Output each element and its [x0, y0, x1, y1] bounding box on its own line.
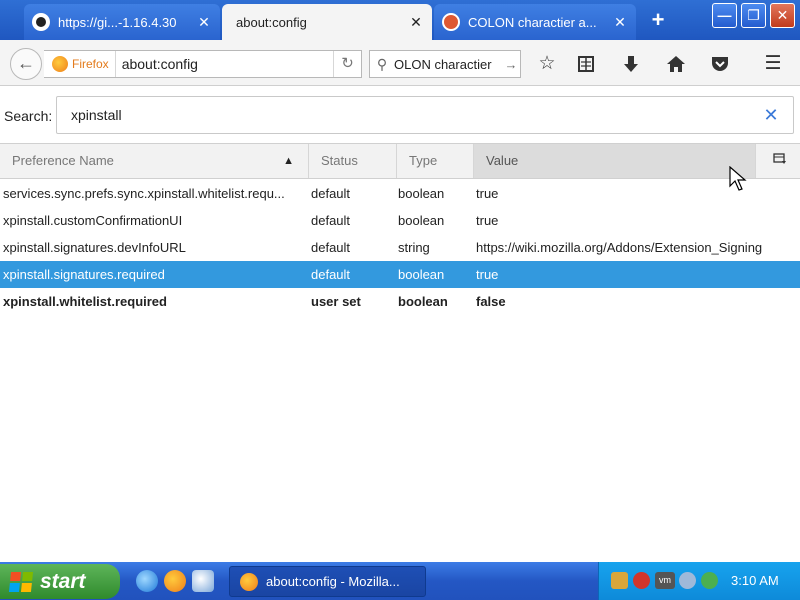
- navigation-toolbar: ← Firefox about:config ↻ ⚲ OLON characti…: [0, 40, 800, 86]
- reload-icon[interactable]: ↻: [333, 51, 361, 77]
- sync-icon[interactable]: [679, 572, 696, 589]
- pref-name: xpinstall.customConfirmationUI: [3, 213, 183, 228]
- start-label: start: [40, 569, 86, 593]
- new-tab-button[interactable]: +: [642, 8, 674, 34]
- tab-title: about:config: [236, 14, 307, 30]
- pref-status: default: [311, 186, 351, 201]
- pref-status: user set: [311, 294, 361, 309]
- column-picker-icon[interactable]: [760, 144, 800, 178]
- sort-ascending-icon: ▲: [283, 155, 294, 167]
- shield-icon[interactable]: [633, 572, 650, 589]
- column-header-type[interactable]: Type: [397, 144, 474, 178]
- duckduckgo-icon: [442, 13, 460, 31]
- web-search-bar[interactable]: ⚲ OLON charactier →: [369, 50, 521, 78]
- pref-name: services.sync.prefs.sync.xpinstall.white…: [3, 186, 285, 201]
- identity-label: Firefox: [72, 57, 109, 71]
- pref-name: xpinstall.whitelist.required: [3, 294, 167, 309]
- column-label: Value: [486, 153, 519, 168]
- taskbar-button-label: about:config - Mozilla...: [266, 574, 400, 589]
- pref-value: https://wiki.mozilla.org/Addons/Extensio…: [476, 240, 763, 255]
- tab-about-config[interactable]: about:config ✕: [222, 4, 432, 40]
- site-identity[interactable]: Firefox: [44, 51, 116, 77]
- url-text[interactable]: about:config: [116, 56, 333, 72]
- windows-taskbar: start about:config - Mozilla... vm 3:10 …: [0, 562, 800, 600]
- system-tray: vm 3:10 AM: [598, 562, 800, 600]
- clear-search-icon[interactable]: ✕: [760, 104, 782, 126]
- pref-value: false: [476, 294, 506, 309]
- column-label: Preference Name: [12, 153, 114, 168]
- pref-type: boolean: [398, 186, 445, 201]
- tab-close-icon[interactable]: ✕: [196, 14, 212, 31]
- table-row[interactable]: xpinstall.customConfirmationUI default b…: [0, 207, 800, 234]
- column-header-value[interactable]: Value: [474, 144, 756, 178]
- pocket-icon[interactable]: [705, 50, 735, 78]
- windows-logo-icon: [8, 571, 34, 592]
- pref-value: true: [476, 267, 499, 282]
- menu-icon[interactable]: ☰: [758, 50, 788, 78]
- reading-list-icon[interactable]: [571, 50, 601, 78]
- pref-status: default: [311, 240, 351, 255]
- table-row[interactable]: services.sync.prefs.sync.xpinstall.white…: [0, 180, 800, 207]
- tab-github[interactable]: https://gi...-1.16.4.30 ✕: [24, 4, 220, 40]
- network-icon[interactable]: [611, 572, 628, 589]
- column-header-name[interactable]: Preference Name ▲: [0, 144, 309, 178]
- pref-type: string: [398, 240, 430, 255]
- pref-status: default: [311, 213, 351, 228]
- pref-type: boolean: [398, 213, 445, 228]
- back-arrow-icon: ←: [17, 53, 35, 73]
- pref-name: xpinstall.signatures.devInfoURL: [3, 240, 186, 255]
- table-row-selected[interactable]: xpinstall.signatures.required default bo…: [0, 261, 800, 288]
- tab-close-icon[interactable]: ✕: [408, 14, 424, 31]
- taskbar-button-firefox[interactable]: about:config - Mozilla...: [229, 566, 426, 597]
- column-label: Status: [321, 153, 358, 168]
- tab-title: https://gi...-1.16.4.30: [58, 14, 177, 30]
- pref-value: true: [476, 213, 499, 228]
- internet-explorer-icon[interactable]: [136, 570, 158, 592]
- minimize-button[interactable]: —: [712, 3, 737, 28]
- table-row-user-set[interactable]: xpinstall.whitelist.required user set bo…: [0, 288, 800, 315]
- column-header-status[interactable]: Status: [309, 144, 397, 178]
- pref-type: boolean: [398, 267, 445, 282]
- pref-name: xpinstall.signatures.required: [3, 267, 165, 282]
- firefox-icon: [240, 572, 258, 591]
- web-search-text[interactable]: OLON charactier: [394, 57, 502, 72]
- bookmark-star-icon[interactable]: ☆: [532, 50, 562, 78]
- config-search-label: Search:: [4, 108, 53, 124]
- pref-status: default: [311, 267, 351, 282]
- preferences-table-header: Preference Name ▲ Status Type Value: [0, 143, 800, 179]
- preferences-table-body: services.sync.prefs.sync.xpinstall.white…: [0, 180, 800, 315]
- github-icon: [32, 13, 50, 31]
- tab-title: COLON charactier a...: [468, 14, 597, 30]
- table-row[interactable]: xpinstall.signatures.devInfoURL default …: [0, 234, 800, 261]
- update-icon[interactable]: [701, 572, 718, 589]
- settings-icon[interactable]: [192, 570, 214, 592]
- tab-close-icon[interactable]: ✕: [612, 14, 628, 31]
- system-clock: 3:10 AM: [731, 573, 779, 588]
- tab-strip: https://gi...-1.16.4.30 ✕ about:config ✕…: [0, 0, 800, 40]
- column-label: Type: [409, 153, 438, 168]
- firefox-icon[interactable]: [164, 570, 186, 592]
- about-config-page: Search: xpinstall ✕ Preference Name ▲ St…: [0, 86, 800, 562]
- start-button[interactable]: start: [0, 564, 120, 599]
- search-icon: ⚲: [376, 55, 388, 72]
- download-icon[interactable]: [616, 50, 646, 78]
- back-button[interactable]: ←: [10, 48, 42, 80]
- firefox-logo-icon: [52, 56, 68, 72]
- pref-type: boolean: [398, 294, 448, 309]
- home-icon[interactable]: [661, 50, 691, 78]
- pref-value: true: [476, 186, 499, 201]
- config-search-input[interactable]: xpinstall: [56, 96, 794, 134]
- maximize-button[interactable]: ❐: [741, 3, 766, 28]
- close-window-button[interactable]: ✕: [770, 3, 795, 28]
- search-go-icon[interactable]: →: [502, 57, 520, 72]
- vm-icon[interactable]: vm: [655, 572, 675, 589]
- url-bar[interactable]: Firefox about:config ↻: [44, 50, 362, 78]
- tab-colon-search[interactable]: COLON charactier a... ✕: [434, 4, 636, 40]
- mouse-pointer-icon: [729, 166, 747, 191]
